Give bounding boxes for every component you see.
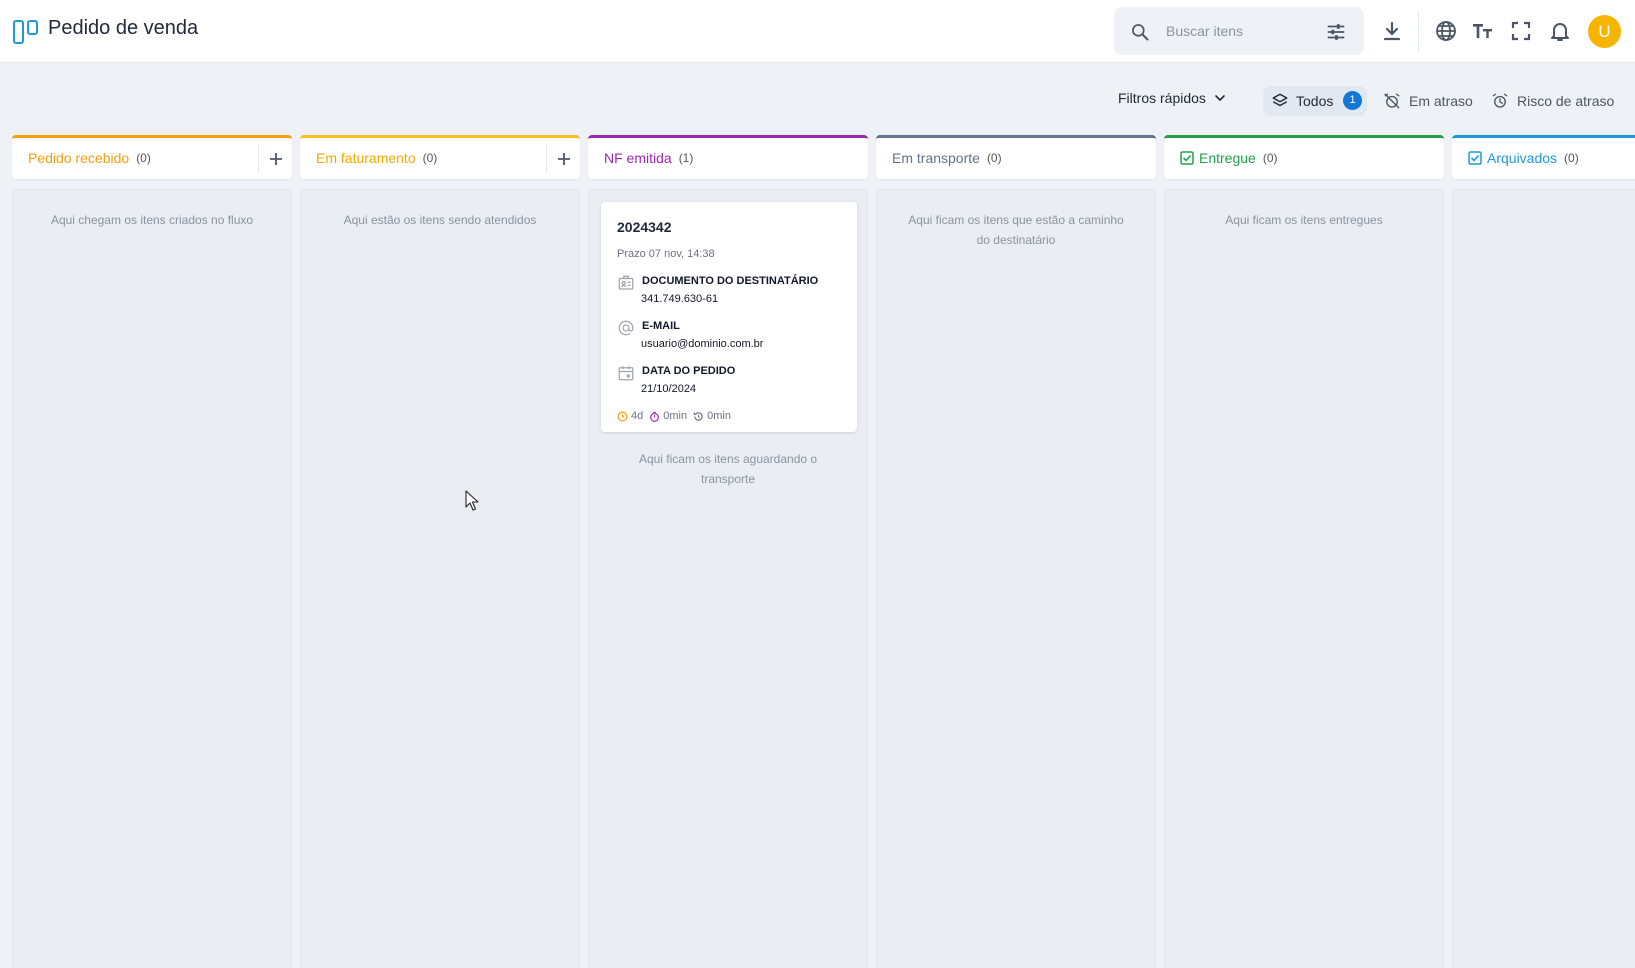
calendar-icon [618,366,634,381]
column-em-faturamento: Em faturamento (0) Aqui estão os itens s… [300,135,580,968]
empty-message: Aqui ficam os itens aguardando o transpo… [638,452,818,486]
column-header: NF emitida (1) [588,135,868,179]
column-title: Em transporte [892,150,980,166]
column-header: Em transporte (0) [876,135,1156,179]
column-title: Em faturamento [316,150,416,166]
field-value: usuario@dominio.com.br [641,338,764,350]
column-em-transporte: Em transporte (0) Aqui ficam os itens qu… [876,135,1156,968]
order-code: 2024342 [617,219,672,235]
column-body: 2024342 Prazo 07 nov, 14:38 DOCUMENTO DO… [588,189,868,968]
column-count: (1) [678,151,694,165]
filter-late-button[interactable]: Em atraso [1383,92,1473,110]
chevron-down-icon [1215,95,1225,101]
empty-message: Aqui estão os itens sendo atendidos [343,213,537,227]
column-count: (0) [986,151,1002,165]
history-icon [693,411,703,421]
column-count: (0) [136,151,151,165]
filter-late-label: Em atraso [1409,93,1473,109]
download-icon[interactable] [1380,19,1404,43]
column-header: Em faturamento (0) [300,135,580,179]
checkbox-checked-icon [1180,151,1194,165]
column-title: Entregue [1199,150,1256,166]
metric-value: 0min [663,410,688,422]
at-icon [618,320,634,336]
toolbar-divider [1418,10,1419,52]
tune-icon[interactable] [1325,21,1347,43]
clock-icon [617,411,628,421]
search-input[interactable] [1166,21,1316,41]
kanban-icon [13,20,38,44]
column-body: Aqui estão os itens sendo atendidos [300,189,580,968]
checkbox-checked-icon [1468,151,1482,165]
filter-risk-label: Risco de atraso [1517,93,1615,109]
empty-message: Aqui chegam os itens criados no fluxo [50,213,254,227]
filter-all-count: 1 [1343,91,1362,110]
metric-history: 0min [693,410,731,422]
column-header: Arquivados (0) [1452,135,1635,179]
fullscreen-icon[interactable] [1509,19,1533,43]
column-title: NF emitida [604,150,672,166]
metric-value: 4d [631,410,644,422]
field-label: DATA DO PEDIDO [642,365,736,377]
globe-icon[interactable] [1434,19,1458,43]
column-body: Aqui chegam os itens criados no fluxo [12,189,292,968]
alarm-icon [1492,93,1508,108]
empty-message: Aqui ficam os itens entregues [1225,213,1383,227]
field-value: 21/10/2024 [641,383,697,395]
metric-value: 0min [707,410,731,422]
column-body [1452,189,1635,968]
column-count: (0) [1262,151,1278,165]
avatar[interactable]: U [1588,15,1621,48]
column-title: Arquivados [1487,150,1558,166]
filter-all-label: Todos [1296,93,1334,109]
field-label: DOCUMENTO DO DESTINATÁRIO [642,275,819,287]
id-card-icon [618,275,634,290]
column-arquivados: Arquivados (0) [1452,135,1635,968]
order-card[interactable]: 2024342 Prazo 07 nov, 14:38 DOCUMENTO DO… [601,202,857,432]
top-bar: Pedido de venda Buscar itens U [0,0,1635,63]
column-header: Entregue (0) [1164,135,1444,179]
column-body: Aqui ficam os itens que estão a caminho … [876,189,1156,968]
field-label: E-MAIL [642,320,680,332]
plus-icon [270,153,282,165]
empty-message: Aqui ficam os itens que estão a caminho … [908,213,1124,247]
plus-icon [558,153,570,165]
metric-stopwatch: 0min [649,410,687,422]
column-body: Aqui ficam os itens entregues [1164,189,1444,968]
column-title: Pedido recebido [28,150,130,166]
quick-filters-label: Filtros rápidos [1118,90,1206,106]
text-size-icon[interactable] [1471,19,1495,43]
bell-icon[interactable] [1548,19,1572,43]
search-bar[interactable] [1114,7,1364,55]
column-count: (0) [1564,151,1579,165]
mouse-cursor-icon [465,490,479,511]
stopwatch-icon [650,411,660,422]
quick-filters-dropdown[interactable]: Filtros rápidos [1118,90,1228,106]
alarm-off-icon [1384,93,1400,109]
search-icon [1132,24,1149,41]
order-deadline: Prazo 07 nov, 14:38 [617,248,715,260]
metric-age: 4d [617,410,643,422]
column-pedido-recebido: Pedido recebido (0) Aqui chegam os itens… [12,135,292,968]
column-header: Pedido recebido (0) [12,135,292,179]
filter-risk-button[interactable]: Risco de atraso [1491,92,1614,110]
field-value: 341.749.630-61 [641,293,719,305]
page-title: Pedido de venda [48,17,199,39]
column-nf-emitida: NF emitida (1) 2024342 Prazo 07 nov, 14:… [588,135,868,968]
card-metrics: 4d 0min 0min [617,410,731,422]
column-entregue: Entregue (0) Aqui ficam os itens entregu… [1164,135,1444,968]
add-item-button[interactable] [258,145,292,173]
add-item-button[interactable] [546,145,580,173]
layers-icon [1272,93,1288,107]
column-count: (0) [422,151,438,165]
filter-all-button[interactable]: Todos 1 [1263,86,1367,116]
